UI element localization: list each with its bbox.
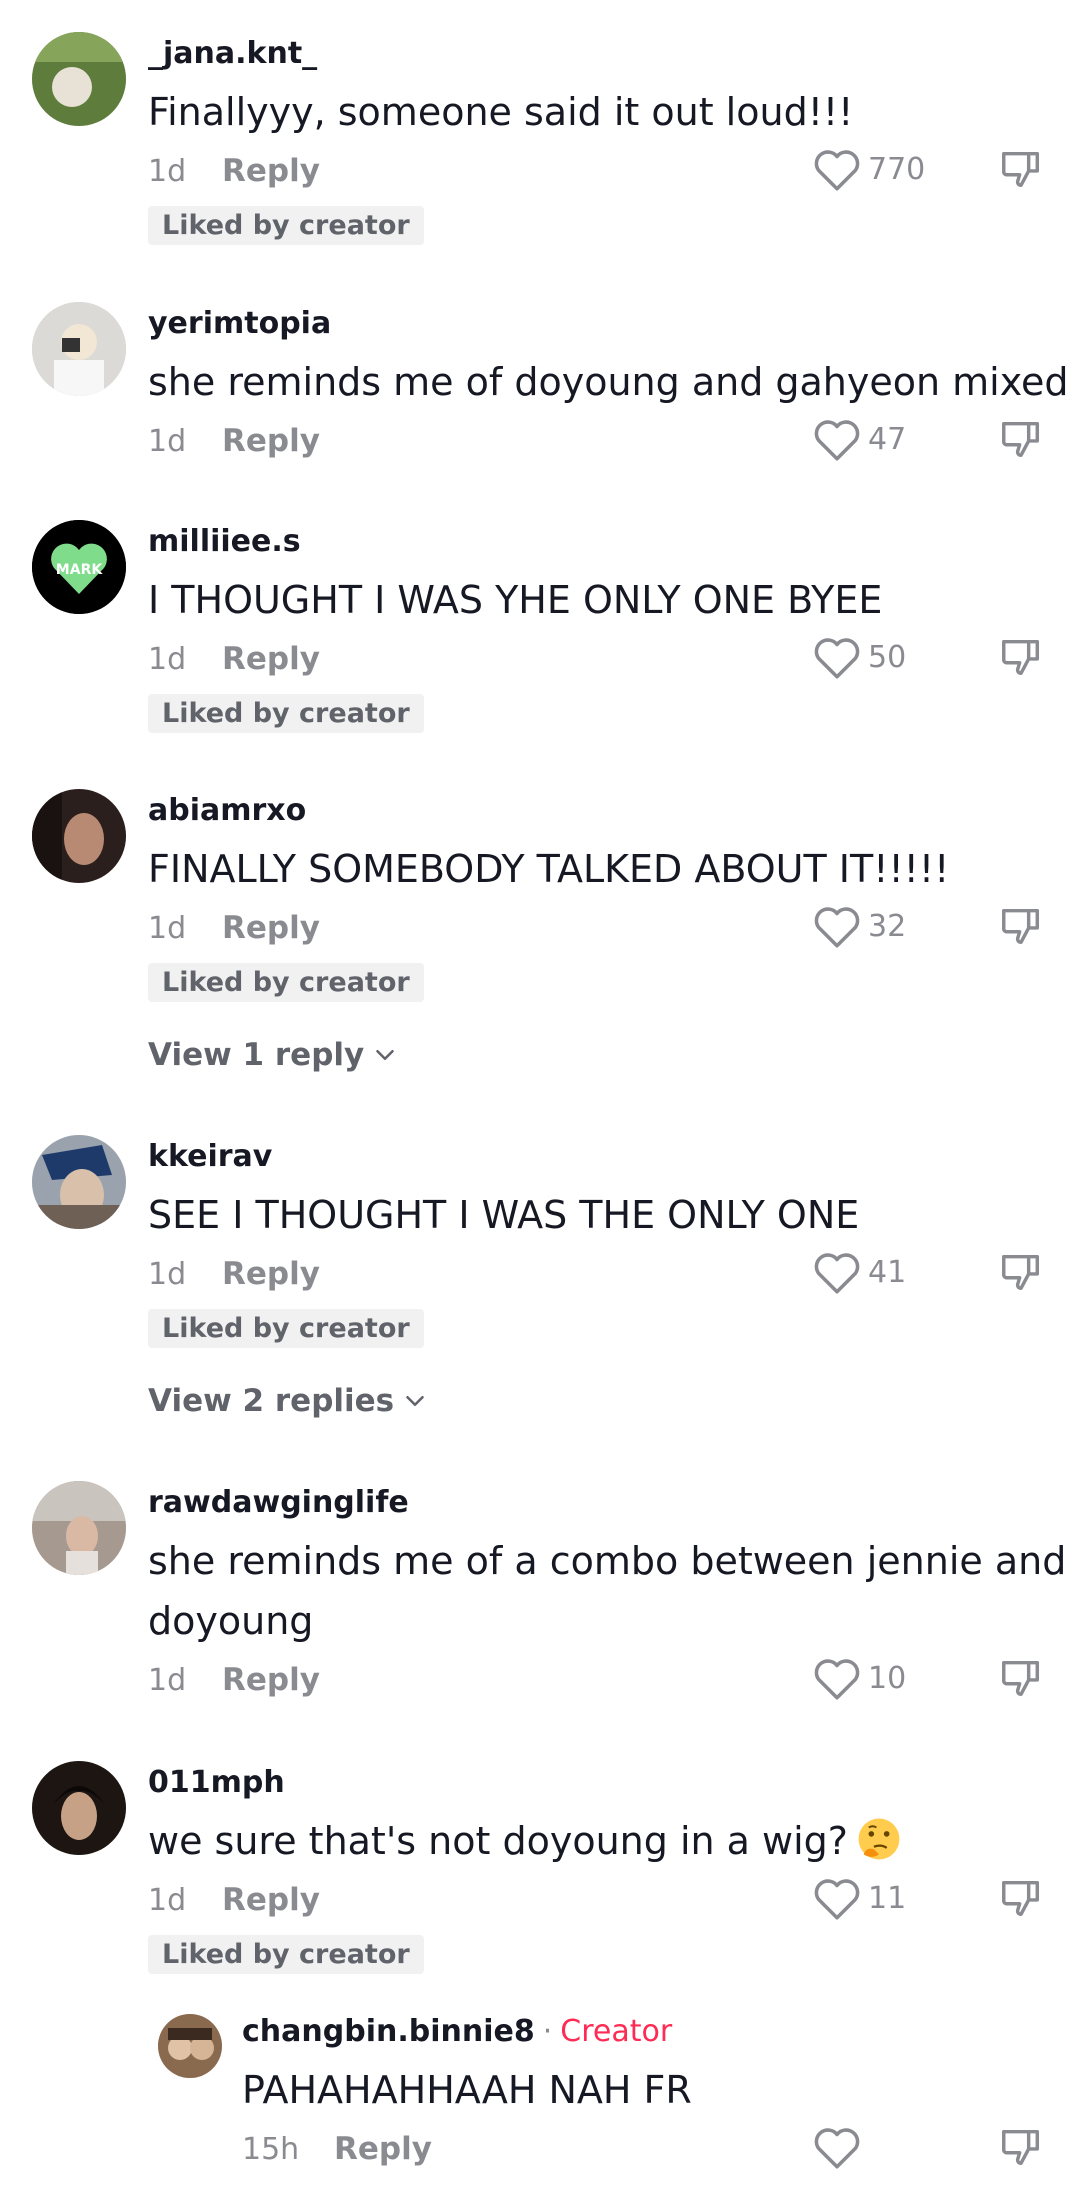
- separator-dot: ·: [542, 2014, 553, 2049]
- thumbs-down-icon: [1002, 1660, 1040, 1697]
- like-count: 41: [868, 1254, 907, 1290]
- comment-username[interactable]: 011mph: [148, 1765, 285, 1800]
- like-count: 11: [868, 1880, 907, 1916]
- dislike-button[interactable]: [998, 1249, 1044, 1299]
- heart-icon: [814, 638, 860, 679]
- comment-username[interactable]: abiamrxo: [148, 793, 306, 828]
- heart-icon: [814, 907, 860, 948]
- reply-button[interactable]: Reply: [334, 2131, 432, 2167]
- dislike-button[interactable]: [998, 634, 1044, 684]
- liked-by-creator-badge: Liked by creator: [148, 963, 424, 1002]
- like-button[interactable]: 50: [812, 634, 906, 680]
- avatar[interactable]: [32, 302, 126, 396]
- comment-time: 1d: [148, 424, 187, 459]
- comment-time: 1d: [148, 154, 187, 189]
- comment-text-content: we sure that's not doyoung in a wig?: [148, 1819, 848, 1863]
- dislike-button[interactable]: [998, 1875, 1044, 1925]
- heart-icon: [814, 1879, 860, 1920]
- like-button[interactable]: [812, 2124, 862, 2170]
- comments-list: _jana.knt_ Finallyyy, someone said it ou…: [0, 0, 1080, 2212]
- chevron-down-icon: [406, 1396, 424, 1406]
- thumbs-down-icon: [1002, 151, 1040, 188]
- thumbs-down-icon: [1002, 1254, 1040, 1291]
- thumbs-down-icon: [1002, 639, 1040, 676]
- comment-time: 1d: [148, 1883, 187, 1918]
- like-button[interactable]: 11: [812, 1875, 906, 1921]
- comment-text: PAHAHAHHAAH NAH FR: [242, 2068, 692, 2112]
- thumbs-down-icon: [1002, 1880, 1040, 1917]
- comment-text: she reminds me of a combo between jennie…: [148, 1539, 1067, 1583]
- avatar[interactable]: [32, 1761, 126, 1855]
- liked-by-creator-badge: Liked by creator: [148, 1935, 424, 1974]
- dislike-button[interactable]: [998, 416, 1044, 466]
- like-button[interactable]: 47: [812, 416, 906, 462]
- comment-time: 1d: [148, 1663, 187, 1698]
- comment-time: 1d: [148, 642, 187, 677]
- view-replies-button[interactable]: View 2 replies: [148, 1383, 430, 1419]
- like-count: 32: [868, 908, 907, 944]
- comment-text: SEE I THOUGHT I WAS THE ONLY ONE: [148, 1193, 860, 1237]
- comment-time: 1d: [148, 1257, 187, 1292]
- dislike-button[interactable]: [998, 903, 1044, 953]
- thinking-face-icon: [858, 1818, 900, 1860]
- like-button[interactable]: 32: [812, 903, 906, 949]
- like-count: 770: [868, 151, 926, 187]
- avatar[interactable]: [158, 2014, 222, 2078]
- comment-username[interactable]: kkeirav: [148, 1139, 272, 1174]
- heart-icon: [814, 2128, 860, 2169]
- reply-button[interactable]: Reply: [222, 641, 320, 677]
- comment-text: she reminds me of doyoung and gahyeon mi…: [148, 360, 1069, 404]
- comment-username[interactable]: yerimtopia: [148, 306, 331, 341]
- dislike-button[interactable]: [998, 1655, 1044, 1705]
- dislike-button[interactable]: [998, 2124, 1044, 2174]
- thumbs-down-icon: [1002, 421, 1040, 458]
- avatar[interactable]: [32, 789, 126, 883]
- comment-time: 15h: [242, 2132, 300, 2167]
- reply-button[interactable]: Reply: [222, 910, 320, 946]
- comment-text: I THOUGHT I WAS YHE ONLY ONE BYEE: [148, 578, 883, 622]
- avatar[interactable]: [32, 32, 126, 126]
- comment-text-line-2: doyoung: [148, 1599, 314, 1643]
- creator-tag: Creator: [560, 2014, 673, 2049]
- svg-text:MARK: MARK: [56, 562, 104, 578]
- liked-by-creator-badge: Liked by creator: [148, 1309, 424, 1348]
- view-replies-label: View 2 replies: [148, 1383, 395, 1419]
- like-count: 47: [868, 421, 907, 457]
- comment-time: 1d: [148, 911, 187, 946]
- like-button[interactable]: 41: [812, 1249, 906, 1295]
- heart-icon: [814, 1659, 860, 1700]
- reply-button[interactable]: Reply: [222, 1882, 320, 1918]
- thumbs-down-icon: [1002, 908, 1040, 945]
- dislike-button[interactable]: [998, 146, 1044, 196]
- like-button[interactable]: 10: [812, 1655, 906, 1701]
- liked-by-creator-badge: Liked by creator: [148, 694, 424, 733]
- reply-button[interactable]: Reply: [222, 153, 320, 189]
- comment-username[interactable]: _jana.knt_: [148, 36, 317, 71]
- reply-button[interactable]: Reply: [222, 423, 320, 459]
- creator-reply-header: changbin.binnie8 · Creator: [242, 2014, 672, 2049]
- thumbs-down-icon: [1002, 2129, 1040, 2166]
- like-count: 10: [868, 1660, 907, 1696]
- comment-username[interactable]: milliiee.s: [148, 524, 301, 559]
- avatar[interactable]: [32, 1135, 126, 1229]
- comment-text: FINALLY SOMEBODY TALKED ABOUT IT!!!!!: [148, 847, 950, 891]
- avatar[interactable]: MARK: [32, 520, 126, 614]
- heart-icon: [814, 420, 860, 461]
- comment-username[interactable]: changbin.binnie8: [242, 2014, 535, 2049]
- comment-text: Finallyyy, someone said it out loud!!!: [148, 90, 854, 134]
- reply-button[interactable]: Reply: [222, 1256, 320, 1292]
- liked-by-creator-badge: Liked by creator: [148, 206, 424, 245]
- chevron-down-icon: [376, 1050, 394, 1060]
- avatar[interactable]: [32, 1481, 126, 1575]
- like-button[interactable]: 770: [812, 146, 925, 192]
- comment-username[interactable]: rawdawginglife: [148, 1485, 409, 1520]
- heart-icon: [814, 150, 860, 191]
- comment-text: we sure that's not doyoung in a wig?: [148, 1811, 1048, 1871]
- view-replies-button[interactable]: View 1 reply: [148, 1037, 400, 1073]
- view-replies-label: View 1 reply: [148, 1037, 365, 1073]
- like-count: 50: [868, 639, 907, 675]
- heart-icon: [814, 1253, 860, 1294]
- reply-button[interactable]: Reply: [222, 1662, 320, 1698]
